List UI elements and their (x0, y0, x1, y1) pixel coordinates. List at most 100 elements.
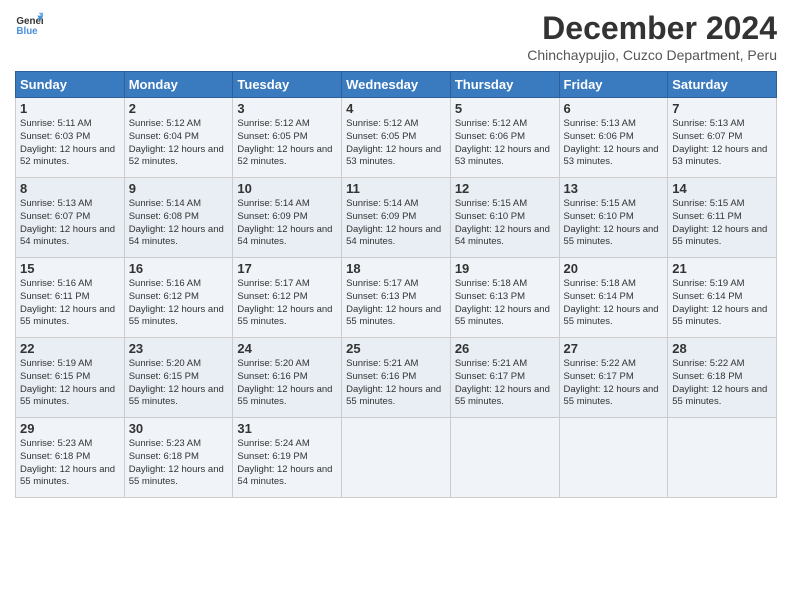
col-sunday: Sunday (16, 72, 125, 98)
day-info: Sunrise: 5:15 AM Sunset: 6:11 PM Dayligh… (672, 198, 772, 249)
day-number: 2 (129, 101, 229, 116)
table-row: 12 Sunrise: 5:15 AM Sunset: 6:10 PM Dayl… (450, 178, 559, 258)
table-row: 14 Sunrise: 5:15 AM Sunset: 6:11 PM Dayl… (668, 178, 777, 258)
day-info: Sunrise: 5:13 AM Sunset: 6:06 PM Dayligh… (564, 118, 664, 169)
day-number: 27 (564, 341, 664, 356)
day-number: 17 (237, 261, 337, 276)
table-row: 10 Sunrise: 5:14 AM Sunset: 6:09 PM Dayl… (233, 178, 342, 258)
logo: General Blue (15, 10, 43, 38)
header: General Blue December 2024 Chinchaypujio… (15, 10, 777, 63)
day-info: Sunrise: 5:14 AM Sunset: 6:09 PM Dayligh… (346, 198, 446, 249)
day-info: Sunrise: 5:18 AM Sunset: 6:13 PM Dayligh… (455, 278, 555, 329)
location-subtitle: Chinchaypujio, Cuzco Department, Peru (527, 47, 777, 63)
calendar-table: Sunday Monday Tuesday Wednesday Thursday… (15, 71, 777, 498)
day-info: Sunrise: 5:21 AM Sunset: 6:17 PM Dayligh… (455, 358, 555, 409)
col-wednesday: Wednesday (342, 72, 451, 98)
table-row: 21 Sunrise: 5:19 AM Sunset: 6:14 PM Dayl… (668, 258, 777, 338)
day-number: 14 (672, 181, 772, 196)
calendar-week-row: 1 Sunrise: 5:11 AM Sunset: 6:03 PM Dayli… (16, 98, 777, 178)
col-thursday: Thursday (450, 72, 559, 98)
day-info: Sunrise: 5:11 AM Sunset: 6:03 PM Dayligh… (20, 118, 120, 169)
day-number: 30 (129, 421, 229, 436)
table-row: 13 Sunrise: 5:15 AM Sunset: 6:10 PM Dayl… (559, 178, 668, 258)
day-info: Sunrise: 5:19 AM Sunset: 6:15 PM Dayligh… (20, 358, 120, 409)
day-number: 8 (20, 181, 120, 196)
day-number: 25 (346, 341, 446, 356)
table-row: 31 Sunrise: 5:24 AM Sunset: 6:19 PM Dayl… (233, 418, 342, 498)
calendar-week-row: 29 Sunrise: 5:23 AM Sunset: 6:18 PM Dayl… (16, 418, 777, 498)
day-info: Sunrise: 5:12 AM Sunset: 6:04 PM Dayligh… (129, 118, 229, 169)
day-info: Sunrise: 5:12 AM Sunset: 6:05 PM Dayligh… (346, 118, 446, 169)
table-row: 27 Sunrise: 5:22 AM Sunset: 6:17 PM Dayl… (559, 338, 668, 418)
day-info: Sunrise: 5:16 AM Sunset: 6:12 PM Dayligh… (129, 278, 229, 329)
table-row: 9 Sunrise: 5:14 AM Sunset: 6:08 PM Dayli… (124, 178, 233, 258)
table-row: 17 Sunrise: 5:17 AM Sunset: 6:12 PM Dayl… (233, 258, 342, 338)
table-row: 8 Sunrise: 5:13 AM Sunset: 6:07 PM Dayli… (16, 178, 125, 258)
day-info: Sunrise: 5:23 AM Sunset: 6:18 PM Dayligh… (129, 438, 229, 489)
empty-cell (342, 418, 451, 498)
table-row: 28 Sunrise: 5:22 AM Sunset: 6:18 PM Dayl… (668, 338, 777, 418)
table-row: 4 Sunrise: 5:12 AM Sunset: 6:05 PM Dayli… (342, 98, 451, 178)
day-number: 16 (129, 261, 229, 276)
month-year-title: December 2024 (527, 10, 777, 47)
day-info: Sunrise: 5:24 AM Sunset: 6:19 PM Dayligh… (237, 438, 337, 489)
day-info: Sunrise: 5:17 AM Sunset: 6:12 PM Dayligh… (237, 278, 337, 329)
table-row: 5 Sunrise: 5:12 AM Sunset: 6:06 PM Dayli… (450, 98, 559, 178)
day-number: 4 (346, 101, 446, 116)
day-number: 26 (455, 341, 555, 356)
day-number: 31 (237, 421, 337, 436)
day-number: 22 (20, 341, 120, 356)
day-number: 10 (237, 181, 337, 196)
table-row: 2 Sunrise: 5:12 AM Sunset: 6:04 PM Dayli… (124, 98, 233, 178)
day-info: Sunrise: 5:15 AM Sunset: 6:10 PM Dayligh… (564, 198, 664, 249)
empty-cell (450, 418, 559, 498)
calendar-week-row: 15 Sunrise: 5:16 AM Sunset: 6:11 PM Dayl… (16, 258, 777, 338)
table-row: 30 Sunrise: 5:23 AM Sunset: 6:18 PM Dayl… (124, 418, 233, 498)
col-monday: Monday (124, 72, 233, 98)
day-number: 6 (564, 101, 664, 116)
day-info: Sunrise: 5:18 AM Sunset: 6:14 PM Dayligh… (564, 278, 664, 329)
day-info: Sunrise: 5:13 AM Sunset: 6:07 PM Dayligh… (672, 118, 772, 169)
table-row: 24 Sunrise: 5:20 AM Sunset: 6:16 PM Dayl… (233, 338, 342, 418)
table-row: 26 Sunrise: 5:21 AM Sunset: 6:17 PM Dayl… (450, 338, 559, 418)
day-info: Sunrise: 5:22 AM Sunset: 6:17 PM Dayligh… (564, 358, 664, 409)
day-info: Sunrise: 5:19 AM Sunset: 6:14 PM Dayligh… (672, 278, 772, 329)
day-number: 18 (346, 261, 446, 276)
day-info: Sunrise: 5:15 AM Sunset: 6:10 PM Dayligh… (455, 198, 555, 249)
day-number: 29 (20, 421, 120, 436)
table-row: 23 Sunrise: 5:20 AM Sunset: 6:15 PM Dayl… (124, 338, 233, 418)
day-info: Sunrise: 5:23 AM Sunset: 6:18 PM Dayligh… (20, 438, 120, 489)
calendar-week-row: 8 Sunrise: 5:13 AM Sunset: 6:07 PM Dayli… (16, 178, 777, 258)
empty-cell (559, 418, 668, 498)
title-block: December 2024 Chinchaypujio, Cuzco Depar… (527, 10, 777, 63)
day-info: Sunrise: 5:14 AM Sunset: 6:09 PM Dayligh… (237, 198, 337, 249)
day-number: 9 (129, 181, 229, 196)
empty-cell (668, 418, 777, 498)
table-row: 15 Sunrise: 5:16 AM Sunset: 6:11 PM Dayl… (16, 258, 125, 338)
day-number: 15 (20, 261, 120, 276)
day-info: Sunrise: 5:21 AM Sunset: 6:16 PM Dayligh… (346, 358, 446, 409)
day-number: 12 (455, 181, 555, 196)
table-row: 6 Sunrise: 5:13 AM Sunset: 6:06 PM Dayli… (559, 98, 668, 178)
table-row: 11 Sunrise: 5:14 AM Sunset: 6:09 PM Dayl… (342, 178, 451, 258)
day-number: 5 (455, 101, 555, 116)
day-number: 3 (237, 101, 337, 116)
table-row: 1 Sunrise: 5:11 AM Sunset: 6:03 PM Dayli… (16, 98, 125, 178)
day-info: Sunrise: 5:16 AM Sunset: 6:11 PM Dayligh… (20, 278, 120, 329)
svg-text:Blue: Blue (16, 26, 38, 37)
day-info: Sunrise: 5:12 AM Sunset: 6:06 PM Dayligh… (455, 118, 555, 169)
day-number: 21 (672, 261, 772, 276)
table-row: 29 Sunrise: 5:23 AM Sunset: 6:18 PM Dayl… (16, 418, 125, 498)
table-row: 16 Sunrise: 5:16 AM Sunset: 6:12 PM Dayl… (124, 258, 233, 338)
day-number: 23 (129, 341, 229, 356)
table-row: 18 Sunrise: 5:17 AM Sunset: 6:13 PM Dayl… (342, 258, 451, 338)
day-number: 24 (237, 341, 337, 356)
day-number: 19 (455, 261, 555, 276)
day-info: Sunrise: 5:22 AM Sunset: 6:18 PM Dayligh… (672, 358, 772, 409)
table-row: 25 Sunrise: 5:21 AM Sunset: 6:16 PM Dayl… (342, 338, 451, 418)
table-row: 22 Sunrise: 5:19 AM Sunset: 6:15 PM Dayl… (16, 338, 125, 418)
col-saturday: Saturday (668, 72, 777, 98)
calendar-week-row: 22 Sunrise: 5:19 AM Sunset: 6:15 PM Dayl… (16, 338, 777, 418)
table-row: 3 Sunrise: 5:12 AM Sunset: 6:05 PM Dayli… (233, 98, 342, 178)
day-info: Sunrise: 5:13 AM Sunset: 6:07 PM Dayligh… (20, 198, 120, 249)
